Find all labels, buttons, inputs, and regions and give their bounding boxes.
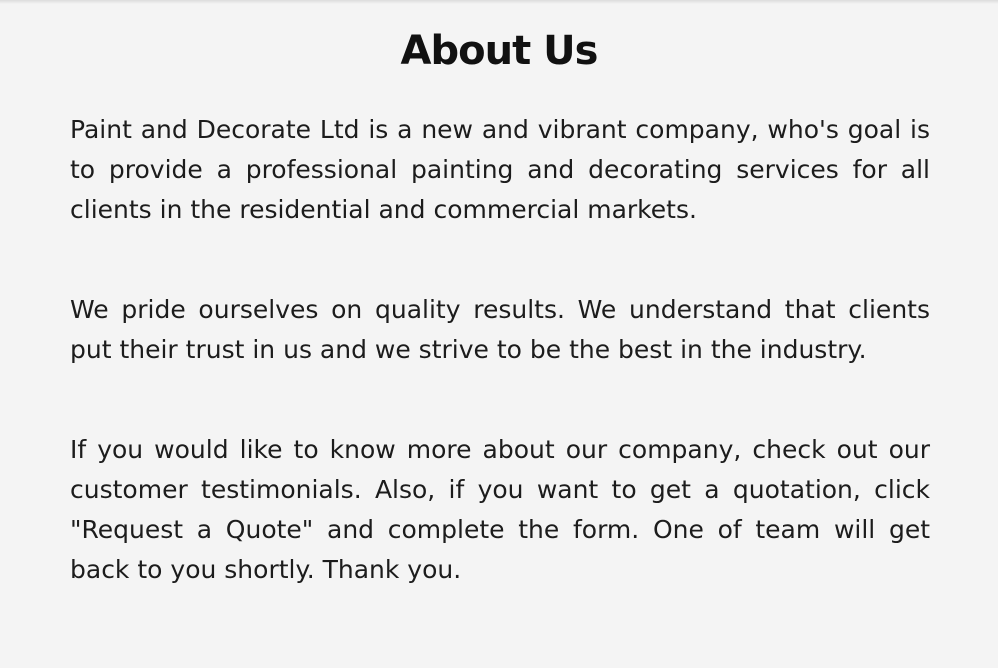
about-paragraph-quality: We pride ourselves on quality results. W… xyxy=(70,295,930,364)
about-paragraph-contact: If you would like to know more about our… xyxy=(70,435,930,584)
about-section: About Us Paint and Decorate Ltd is a new… xyxy=(0,0,998,668)
about-paragraph-intro: Paint and Decorate Ltd is a new and vibr… xyxy=(70,115,930,224)
about-title: About Us xyxy=(400,28,599,74)
